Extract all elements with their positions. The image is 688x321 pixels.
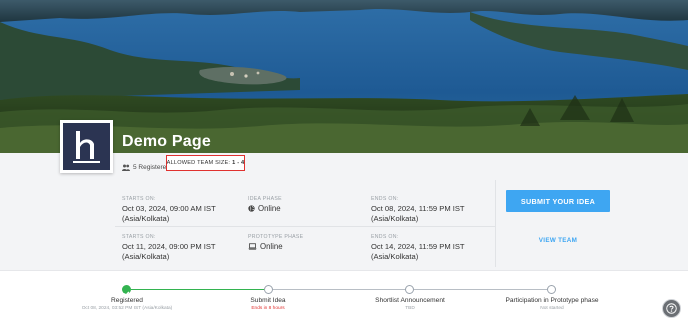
phase-label: IDEA PHASE bbox=[248, 196, 282, 202]
phase-cell: PROTOTYPE PHASE Online bbox=[248, 234, 303, 251]
timeline-connector bbox=[273, 289, 406, 290]
page-title: Demo Page bbox=[122, 133, 211, 150]
ends-cell: ENDS ON: Oct 14, 2024, 11:59 PM IST (Asi… bbox=[371, 234, 465, 262]
starts-label: STARTS ON: bbox=[122, 234, 156, 240]
help-button[interactable] bbox=[662, 299, 681, 318]
phase-mode: Online bbox=[260, 242, 283, 251]
starts-cell: STARTS ON: Oct 11, 2024, 09:00 PM IST (A… bbox=[122, 234, 216, 262]
ends-label: ENDS ON: bbox=[371, 234, 399, 240]
registered-text: 5 Registered bbox=[133, 163, 170, 171]
phase-row-prototype: STARTS ON: Oct 11, 2024, 09:00 PM IST (A… bbox=[115, 227, 495, 264]
ends-timezone: (Asia/Kolkata) bbox=[371, 214, 419, 223]
progress-timeline bbox=[0, 270, 688, 321]
ends-date: Oct 08, 2024, 11:59 PM IST bbox=[371, 204, 465, 213]
timeline-step-sub: TBD bbox=[405, 306, 415, 311]
team-size-value: 1 - 4 bbox=[232, 160, 245, 166]
timeline-step-label: Participation in Prototype phase bbox=[505, 297, 599, 304]
timeline-step-label: Shortlist Announcement bbox=[375, 297, 445, 304]
timeline-connector-done bbox=[131, 289, 265, 290]
timeline-step-label: Registered bbox=[111, 297, 143, 304]
organizer-logo bbox=[60, 120, 113, 173]
phase-row-idea: STARTS ON: Oct 03, 2024, 09:00 AM IST (A… bbox=[115, 189, 495, 227]
ends-label: ENDS ON: bbox=[371, 196, 399, 202]
starts-date: Oct 03, 2024, 09:00 AM IST bbox=[122, 204, 216, 213]
phase-label: PROTOTYPE PHASE bbox=[248, 234, 304, 240]
globe-icon bbox=[248, 205, 255, 212]
timeline-node-done bbox=[122, 285, 131, 297]
starts-timezone: (Asia/Kolkata) bbox=[122, 214, 170, 223]
timeline-connector bbox=[414, 289, 547, 290]
timeline-node bbox=[405, 285, 414, 294]
starts-cell: STARTS ON: Oct 03, 2024, 09:00 AM IST (A… bbox=[122, 196, 216, 224]
team-size-label: ALLOWED TEAM SIZE: bbox=[166, 160, 231, 166]
timeline-step-label: Submit Idea bbox=[250, 297, 286, 304]
ends-date: Oct 14, 2024, 11:59 PM IST bbox=[371, 242, 465, 251]
phase-mode: Online bbox=[258, 204, 281, 213]
phase-cell: IDEA PHASE Online bbox=[248, 196, 282, 213]
panel-divider bbox=[495, 180, 496, 267]
question-icon bbox=[666, 303, 677, 314]
timeline-step-sub: Oct 08, 2024, 03:52 PM IST (Asia/Kolkata… bbox=[81, 306, 173, 311]
ends-cell: ENDS ON: Oct 08, 2024, 11:59 PM IST (Asi… bbox=[371, 196, 465, 224]
people-icon bbox=[122, 164, 130, 171]
timeline-node bbox=[264, 285, 273, 294]
h-logo-icon bbox=[73, 131, 100, 163]
starts-date: Oct 11, 2024, 09:00 PM IST bbox=[122, 242, 216, 251]
timeline-step-sub: Not started bbox=[540, 306, 564, 311]
submit-idea-button[interactable]: SUBMIT YOUR IDEA bbox=[506, 190, 610, 212]
laptop-icon bbox=[248, 243, 257, 250]
ends-timezone: (Asia/Kolkata) bbox=[371, 252, 419, 261]
timeline-node bbox=[547, 285, 556, 294]
starts-label: STARTS ON: bbox=[122, 196, 156, 202]
team-size-badge: ALLOWED TEAM SIZE: 1 - 4 bbox=[166, 155, 245, 171]
timeline-step-sub: Ends in 8 hours bbox=[251, 306, 285, 311]
view-team-link[interactable]: VIEW TEAM bbox=[506, 237, 610, 249]
registered-count: 5 Registered bbox=[122, 160, 170, 174]
starts-timezone: (Asia/Kolkata) bbox=[122, 252, 170, 261]
